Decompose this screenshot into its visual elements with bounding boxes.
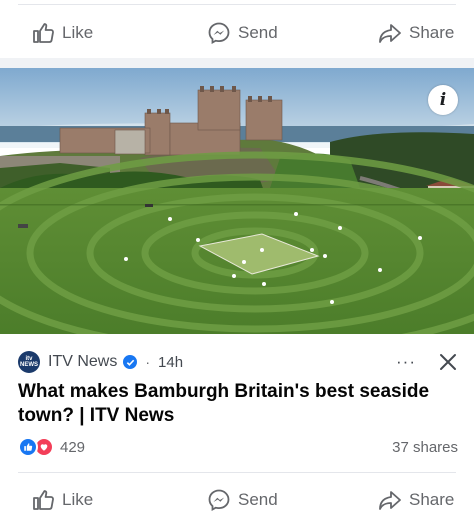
like-reaction-icon xyxy=(18,437,38,457)
like-button-bottom[interactable]: Like xyxy=(31,488,93,512)
share-arrow-icon xyxy=(379,24,401,43)
link-headline[interactable]: What makes Bamburgh Britain's best seasi… xyxy=(18,380,458,428)
like-label: Like xyxy=(62,490,94,509)
more-options-button[interactable]: ··· xyxy=(396,351,416,373)
post-separator-band xyxy=(0,58,474,68)
send-button[interactable]: Send xyxy=(207,21,278,45)
close-icon[interactable] xyxy=(438,352,458,372)
share-label: Share xyxy=(409,23,455,42)
separator-dot: · xyxy=(145,354,151,370)
itv-news-logo: itv NEWS xyxy=(18,351,40,373)
engagement-row: 429 37 shares xyxy=(18,437,458,457)
source-name[interactable]: ITV News xyxy=(48,353,117,371)
send-label: Send xyxy=(238,23,278,42)
like-label: Like xyxy=(62,23,94,42)
send-label: Send xyxy=(238,490,278,509)
reaction-count[interactable]: 429 xyxy=(60,439,85,456)
share-label: Share xyxy=(409,490,455,509)
action-bar-bottom: Like Send Share xyxy=(0,478,474,522)
reaction-icons[interactable] xyxy=(18,437,54,457)
logo-text: itv NEWS xyxy=(20,356,38,368)
share-button-bottom[interactable]: Share xyxy=(378,488,454,512)
verified-badge-icon xyxy=(123,355,138,369)
checkmark-icon xyxy=(126,359,135,366)
action-bar-top: Like Send Share xyxy=(0,11,474,55)
share-button[interactable]: Share xyxy=(378,21,454,45)
bamburgh-castle-photo xyxy=(0,68,474,334)
share-arrow-icon xyxy=(379,491,401,510)
info-icon[interactable]: i xyxy=(428,85,458,115)
link-preview-image[interactable]: i xyxy=(0,68,474,334)
messenger-icon xyxy=(208,489,230,512)
post-time: 14h xyxy=(158,353,184,371)
thumbs-up-icon xyxy=(33,490,54,510)
top-divider xyxy=(18,4,456,5)
bottom-divider xyxy=(18,472,456,473)
send-button-bottom[interactable]: Send xyxy=(207,488,278,512)
messenger-icon xyxy=(208,22,230,45)
like-button[interactable]: Like xyxy=(31,21,93,45)
thumbs-up-icon xyxy=(33,23,54,43)
shares-count[interactable]: 37 shares xyxy=(392,439,458,456)
link-source-row: itv NEWS ITV News · 14h ··· xyxy=(18,351,458,373)
